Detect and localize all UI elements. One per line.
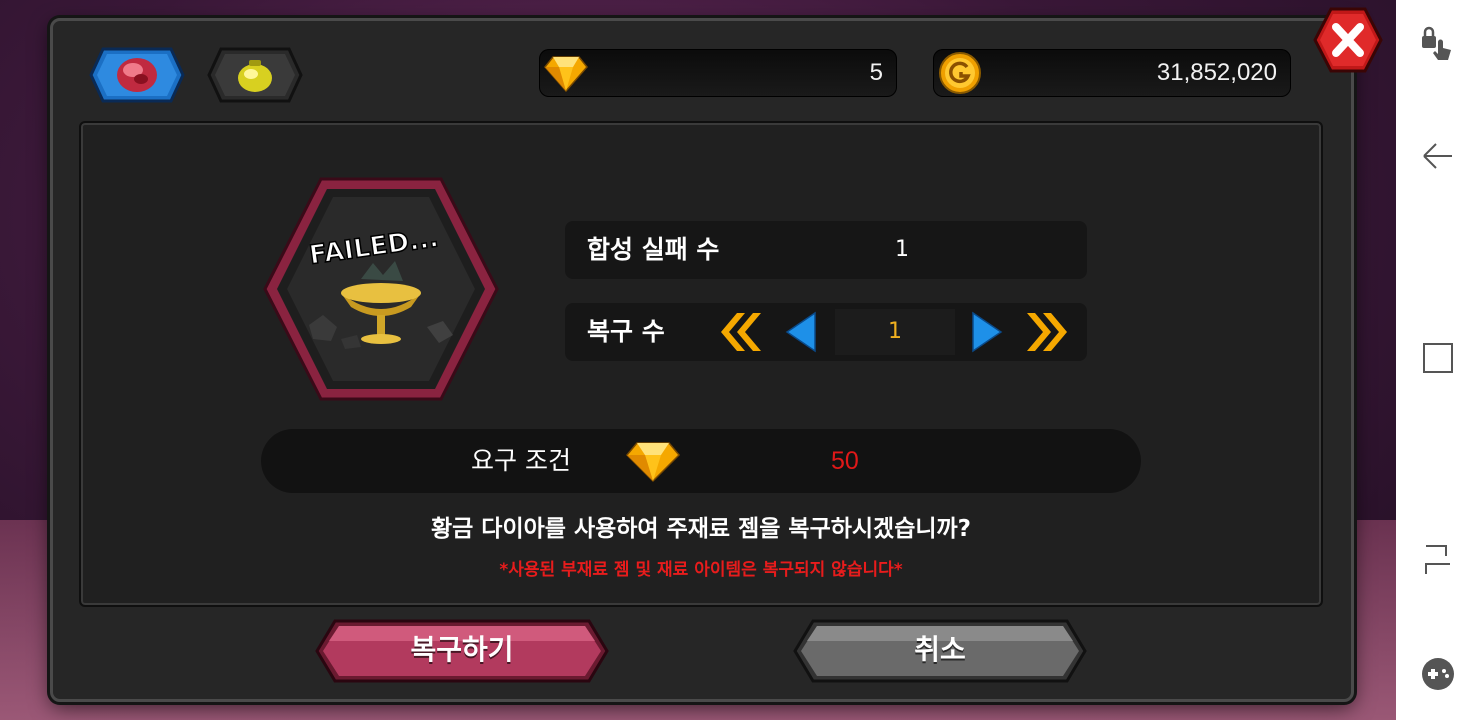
failed-result-frame: FAILED... [261,175,501,403]
confirm-question: 황금 다이아를 사용하여 주재료 젬을 복구하시겠습니까? [430,516,972,542]
restore-count-label: 복구 수 [587,317,665,346]
decrease-max-button[interactable] [715,311,761,353]
double-chevron-left-icon [721,313,761,351]
back-icon [1423,143,1452,169]
screen-lock-touch-icon [1422,26,1451,60]
decrease-button[interactable] [779,311,825,353]
result-panel: FAILED... 합성 실패 수 1 복구 수 1 요구 조건 50 황금 다… [79,121,1323,607]
ruby-gem-icon [89,47,185,103]
fail-count-row: 합성 실패 수 1 [565,221,1087,279]
tab-ruby-gem[interactable] [89,47,185,103]
triangle-right-icon [972,311,1003,353]
double-chevron-right-icon [1027,313,1067,351]
restore-button[interactable]: 복구하기 [315,619,609,683]
fail-count-label: 합성 실패 수 [587,235,720,264]
gold-count: 31,852,020 [1156,59,1277,86]
back-button[interactable] [1418,136,1458,176]
close-icon [1313,7,1383,73]
diamond-icon [625,442,681,483]
gold-coin-icon [939,52,981,94]
restore-count-row: 복구 수 1 [565,303,1087,361]
requirement-value: 50 [831,447,859,475]
fail-count-value: 1 [895,237,909,262]
failed-gem-illustration: FAILED... [263,177,499,401]
diamond-count: 5 [869,59,883,86]
gold-balance: 31,852,020 [933,49,1291,97]
game-tools-icon [1422,658,1454,690]
android-navigation-bar [1396,0,1480,720]
gem-restore-dialog: 5 31,852,020 FAILED... 합성 실패 수 1 복구 수 1 … [50,7,1383,702]
recent-apps-icon [1423,343,1453,373]
diamond-icon [544,56,588,93]
split-screen-icon [1425,545,1450,574]
gold-pot-icon [207,47,303,103]
tab-gold-pot[interactable] [207,47,303,103]
close-button[interactable] [1313,7,1383,73]
increase-button[interactable] [963,311,1009,353]
restore-count-value: 1 [835,309,955,355]
requirement-bar: 요구 조건 50 [261,429,1141,493]
cancel-button-label: 취소 [914,633,966,666]
screen-lock-touch-button[interactable] [1418,26,1458,66]
game-area: 5 31,852,020 FAILED... 합성 실패 수 1 복구 수 1 … [0,0,1396,720]
triangle-left-icon [785,311,816,353]
split-screen-button[interactable] [1418,540,1458,580]
recent-apps-button[interactable] [1418,338,1458,378]
diamond-balance: 5 [539,49,897,97]
requirement-label: 요구 조건 [471,446,571,475]
warning-note: *사용된 부재료 젬 및 재료 아이템은 복구되지 않습니다* [499,560,903,580]
game-tools-button[interactable] [1418,654,1458,694]
restore-button-label: 복구하기 [410,633,514,666]
cancel-button[interactable]: 취소 [793,619,1087,683]
increase-max-button[interactable] [1027,311,1073,353]
